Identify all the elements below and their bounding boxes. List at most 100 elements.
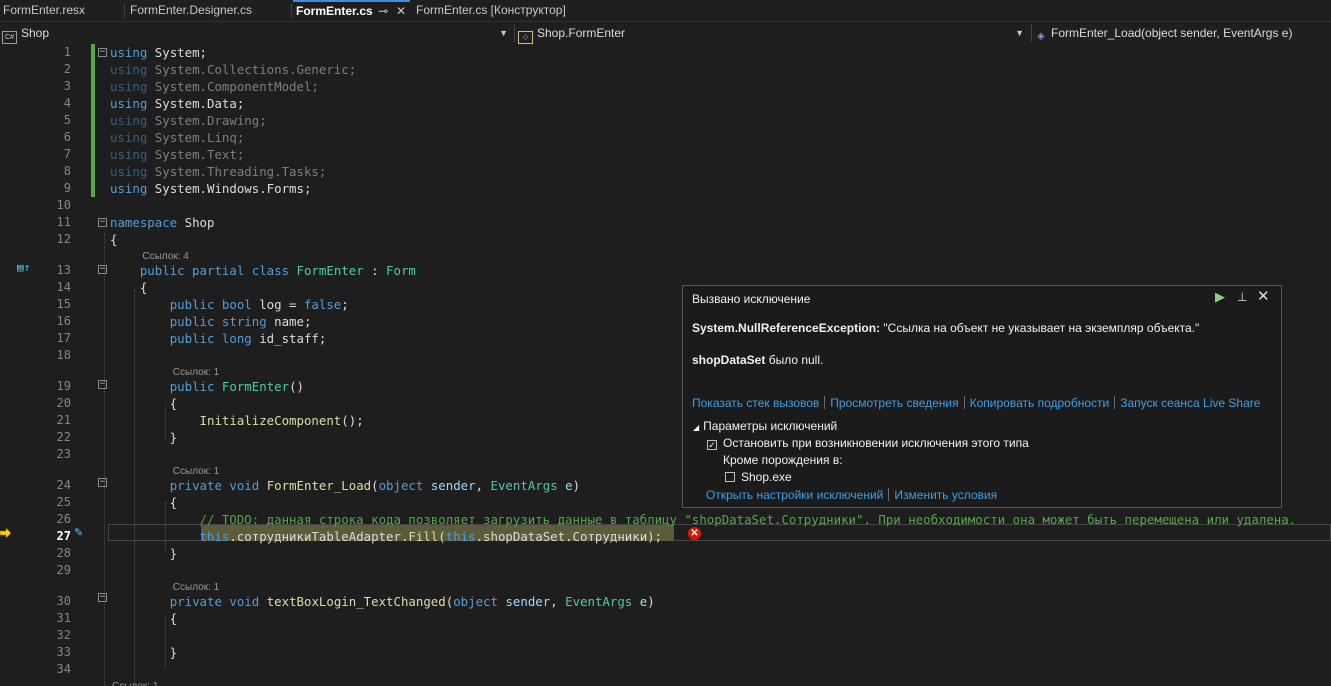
class-dropdown[interactable]: ◇ Shop.FormEnter ▼: [518, 23, 1028, 44]
code-token: id_staff;: [251, 331, 327, 346]
module-option[interactable]: Shop.exe: [725, 470, 792, 484]
code-token: private void: [169, 478, 260, 493]
code-text: using System.Data;: [110, 95, 244, 112]
navigation-bar: C# Shop ▼ ◇ Shop.FormEnter ▼ ◈ FormEnter_Lo…: [0, 22, 1331, 45]
line-number: 17: [56, 331, 71, 345]
code-line[interactable]: 10: [0, 197, 1331, 214]
close-icon[interactable]: ✕: [1257, 289, 1270, 305]
close-icon[interactable]: ✕: [396, 2, 406, 20]
code-text: {: [110, 279, 147, 296]
except-thrown-from-label: Кроме порождения в:: [723, 453, 843, 467]
copy-details-link[interactable]: Копировать подробности: [970, 396, 1110, 410]
code-token: namespace: [110, 215, 178, 230]
show-call-stack-link[interactable]: Показать стек вызовов: [692, 396, 819, 410]
break-when-thrown-option[interactable]: ✓ Остановить при возникновении исключения…: [707, 436, 1029, 450]
code-text: using System.Drawing;: [110, 112, 267, 129]
code-token: {: [110, 232, 118, 247]
code-token: log =: [251, 297, 304, 312]
line-number: 3: [63, 79, 71, 93]
code-line[interactable]: 31 {: [0, 610, 1331, 627]
chevron-down-icon: ▼: [499, 28, 508, 38]
code-token: (: [438, 529, 446, 544]
code-line[interactable]: 32: [0, 627, 1331, 644]
tab-formenter-cs-designer[interactable]: FormEnter.cs [Конструктор]: [413, 0, 583, 21]
code-token: :: [363, 263, 387, 278]
line-number: 21: [56, 413, 71, 427]
code-line[interactable]: 33 }: [0, 644, 1331, 661]
code-line[interactable]: 12 {: [0, 231, 1331, 248]
open-exception-settings-link[interactable]: Открыть настройки исключений: [706, 488, 883, 502]
exception-settings-header[interactable]: ◢ Параметры исключений: [693, 419, 837, 433]
continue-icon[interactable]: ▶: [1215, 289, 1225, 305]
module-label: Shop.exe: [741, 470, 792, 484]
csharp-project-icon: C#: [2, 31, 17, 44]
code-token: .shopDataSet.Сотрудники);: [475, 529, 663, 544]
expand-triangle-icon: ◢: [693, 423, 700, 432]
live-share-link[interactable]: Запуск сеанса Live Share: [1120, 396, 1260, 410]
line-number: 10: [56, 198, 71, 212]
code-token: {: [110, 611, 178, 626]
code-text: namespace Shop: [110, 214, 214, 231]
code-line[interactable]: 13 public partial class FormEnter : Form: [0, 262, 1331, 279]
code-token: System.ComponentModel;: [147, 79, 319, 94]
code-line[interactable]: 26 // TODO: данная строка кода позволяет…: [0, 511, 1331, 528]
code-line[interactable]: 8 using System.Threading.Tasks;: [0, 163, 1331, 180]
code-line[interactable]: 7 using System.Text;: [0, 146, 1331, 163]
code-line[interactable]: 28 }: [0, 545, 1331, 562]
tab-formenter-designer-cs[interactable]: FormEnter.Designer.cs: [127, 0, 289, 21]
line-number: 34: [56, 662, 71, 676]
code-text: using System.Linq;: [110, 129, 244, 146]
line-number: 13: [56, 263, 71, 277]
code-line[interactable]: 34: [0, 661, 1331, 678]
edit-conditions-link[interactable]: Изменить условия: [894, 488, 997, 502]
break-when-thrown-checkbox[interactable]: ✓: [707, 440, 717, 450]
link-divider: [1114, 396, 1116, 409]
line-number: 32: [56, 628, 71, 642]
code-token: }: [110, 430, 178, 445]
project-dropdown[interactable]: C# Shop ▼: [2, 23, 512, 44]
exception-detail: shopDataSet было null.: [692, 353, 823, 367]
code-line[interactable]: 1 using System;: [0, 44, 1331, 61]
break-when-thrown-label: Остановить при возникновении исключения …: [723, 436, 1029, 450]
null-detail-text: было null.: [765, 353, 824, 367]
code-token: EventArgs: [565, 594, 633, 609]
code-line[interactable]: 5 using System.Drawing;: [0, 112, 1331, 129]
code-text: using System.ComponentModel;: [110, 78, 319, 95]
code-token: using: [110, 62, 148, 77]
code-line[interactable]: 11 namespace Shop: [0, 214, 1331, 231]
code-line[interactable]: 2 using System.Collections.Generic;: [0, 61, 1331, 78]
code-text: public string name;: [110, 313, 312, 330]
code-line[interactable]: 29: [0, 562, 1331, 579]
code-text: using System.Text;: [110, 146, 244, 163]
exception-helper-popup: Вызвано исключение ▶ ⊥ ✕ System.NullRefe…: [682, 285, 1282, 508]
exception-type: System.NullReferenceException:: [692, 321, 881, 335]
exception-message: System.NullReferenceException: "Ссылка н…: [692, 321, 1199, 335]
link-divider: [824, 396, 826, 409]
code-token: System;: [154, 45, 207, 60]
tab-formenter-cs[interactable]: FormEnter.cs ⊸ ✕: [293, 0, 410, 21]
code-line[interactable]: 30 private void textBoxLogin_TextChanged…: [0, 593, 1331, 610]
module-checkbox[interactable]: [725, 472, 735, 482]
pin-icon[interactable]: ⊸: [378, 2, 388, 20]
line-number: 27: [56, 529, 71, 543]
code-token: false: [303, 297, 342, 312]
tab-formenter-resx[interactable]: FormEnter.resx: [0, 0, 124, 21]
codelens-references[interactable]: Ссылок: 1: [112, 679, 158, 686]
code-line[interactable]: 6 using System.Linq;: [0, 129, 1331, 146]
code-text: public long id_staff;: [110, 330, 327, 347]
code-token: public long: [169, 331, 252, 346]
code-line[interactable]: 9 using System.Windows.Forms;: [0, 180, 1331, 197]
code-token: ,: [550, 594, 566, 609]
code-token: EventArgs: [490, 478, 558, 493]
pin-icon[interactable]: ⊥: [1237, 289, 1247, 305]
view-details-link[interactable]: Просмотреть сведения: [830, 396, 958, 410]
code-text: using System.Collections.Generic;: [110, 61, 356, 78]
member-dropdown[interactable]: ◈ FormEnter_Load(object sender, EventArgs…: [1035, 23, 1329, 43]
code-token: sender: [505, 594, 551, 609]
code-line[interactable]: 3 using System.ComponentModel;: [0, 78, 1331, 95]
code-line[interactable]: 27 this.сотрудникиTableAdapter.Fill(this…: [0, 528, 1331, 545]
error-icon[interactable]: ✕: [688, 527, 701, 540]
code-line[interactable]: 4 using System.Data;: [0, 95, 1331, 112]
